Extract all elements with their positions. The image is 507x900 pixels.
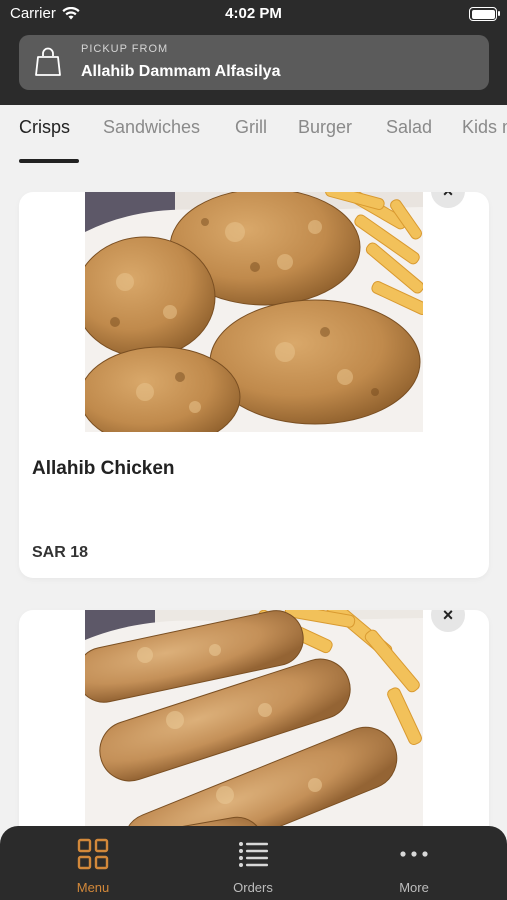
menu-item-price: SAR 18: [32, 544, 89, 561]
menu-item-name: Allahib Chicken: [32, 458, 175, 479]
tab-salad[interactable]: Salad: [386, 117, 432, 138]
close-icon[interactable]: ×: [431, 192, 465, 208]
tab-orders-label: Orders: [233, 880, 273, 895]
list-icon: [239, 842, 268, 867]
pickup-location-name: Allahib Dammam Alfasilya: [81, 63, 281, 80]
tab-menu-label: Menu: [76, 880, 110, 895]
battery-icon: [469, 7, 500, 21]
tab-sandwiches[interactable]: Sandwiches: [103, 117, 200, 138]
grid-icon: [77, 838, 109, 870]
menu-item-image: [85, 192, 423, 432]
menu-item-card[interactable]: × Allahib Chicken SAR 18: [19, 192, 489, 578]
clock: 4:02 PM: [225, 5, 282, 22]
tab-kids-meal[interactable]: Kids m: [462, 117, 507, 138]
tab-menu[interactable]: Menu: [33, 826, 153, 900]
tab-more-label: More: [399, 880, 429, 895]
pickup-label: PICKUP FROM: [81, 43, 169, 55]
status-bar: Carrier 4:02 PM: [0, 0, 507, 30]
tab-orders[interactable]: Orders: [193, 826, 313, 900]
shopping-bag-icon: [35, 47, 61, 76]
pickup-location-selector[interactable]: PICKUP FROM Allahib Dammam Alfasilya: [19, 35, 489, 90]
tab-burger[interactable]: Burger: [298, 117, 352, 138]
tab-crisps[interactable]: Crisps: [19, 117, 70, 138]
tab-more[interactable]: More: [354, 826, 474, 900]
ellipsis-icon: [400, 851, 428, 857]
category-tabs: Crisps Sandwiches Grill Burger Salad Kid…: [0, 105, 507, 169]
active-tab-indicator: [19, 159, 79, 163]
bottom-tab-bar: Menu Orders More: [0, 826, 507, 900]
close-icon[interactable]: ×: [431, 610, 465, 632]
app-header: Carrier 4:02 PM PICKUP FROM Allahib Damm…: [0, 0, 507, 105]
tab-grill[interactable]: Grill: [235, 117, 267, 138]
